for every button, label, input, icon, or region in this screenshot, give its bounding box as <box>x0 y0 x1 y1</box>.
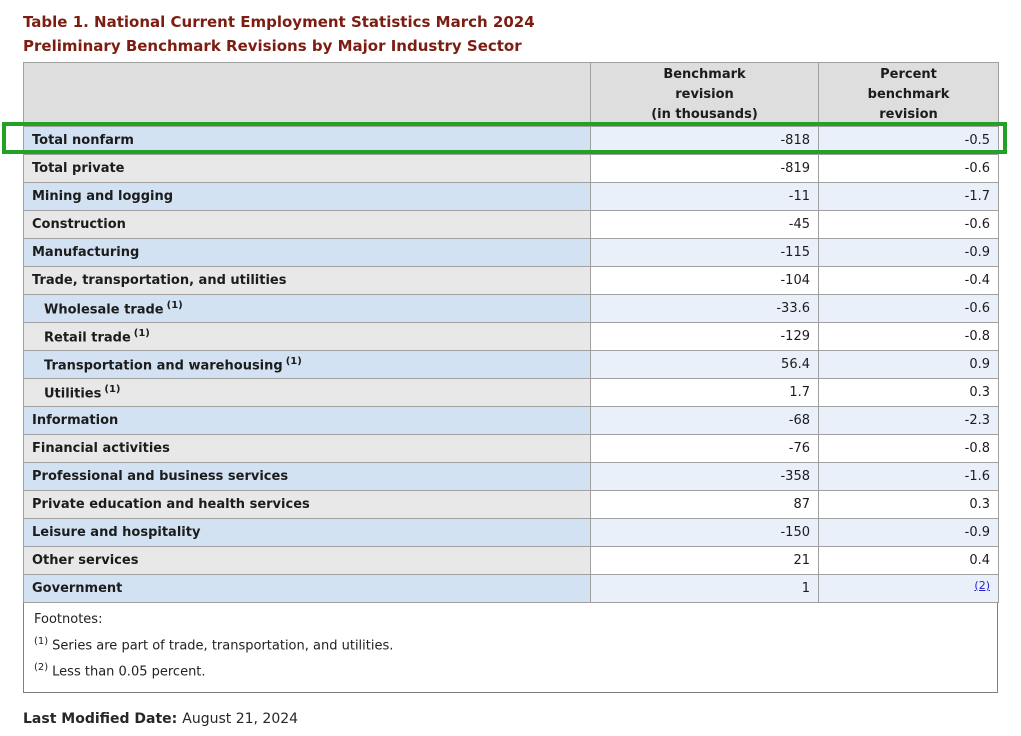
footnote-1-marker: (1) <box>167 300 183 311</box>
footnote-1-marker: (1) <box>134 328 150 339</box>
industry-label-text: Retail trade <box>44 330 131 345</box>
percent-revision-value: -0.5 <box>819 127 999 155</box>
header-row: Benchmark revision (in thousands) Percen… <box>24 63 999 127</box>
industry-label: Trade, transportation, and utilities <box>24 267 591 295</box>
industry-label: Manufacturing <box>24 239 591 267</box>
benchmark-revision-value: -129 <box>591 323 819 351</box>
percent-revision-value: 0.3 <box>819 491 999 519</box>
industry-label: Total nonfarm <box>24 127 591 155</box>
industry-label-text: Utilities <box>44 386 101 401</box>
table-row-wholesale-trade: Wholesale trade(1) -33.6 -0.6 <box>24 295 999 323</box>
industry-label-text: Transportation and warehousing <box>44 358 283 373</box>
benchmark-revisions-table: Benchmark revision (in thousands) Percen… <box>23 62 999 603</box>
last-modified-value: August 21, 2024 <box>182 711 298 727</box>
table-row-construction: Construction -45 -0.6 <box>24 211 999 239</box>
footnote-1-marker: (1) <box>104 384 120 395</box>
industry-label: Leisure and hospitality <box>24 519 591 547</box>
footnote-1-marker: (1) <box>34 636 48 647</box>
footnote-2-link[interactable]: (2) <box>974 579 990 592</box>
benchmark-revision-value: -33.6 <box>591 295 819 323</box>
footnote-item-2: (2) Less than 0.05 percent. <box>34 657 987 683</box>
percent-revision-value: 0.3 <box>819 379 999 407</box>
table-row-leisure-and-hospitality: Leisure and hospitality -150 -0.9 <box>24 519 999 547</box>
table-container: Benchmark revision (in thousands) Percen… <box>23 62 998 693</box>
percent-revision-value: -0.4 <box>819 267 999 295</box>
percent-revision-value: -0.9 <box>819 239 999 267</box>
benchmark-revision-value: -818 <box>591 127 819 155</box>
industry-label: Private education and health services <box>24 491 591 519</box>
industry-label: Retail trade(1) <box>24 323 591 351</box>
benchmark-revision-value: -11 <box>591 183 819 211</box>
table-row-information: Information -68 -2.3 <box>24 407 999 435</box>
footnote-1-marker: (1) <box>286 356 302 367</box>
table-row-mining-and-logging: Mining and logging -11 -1.7 <box>24 183 999 211</box>
percent-revision-value: -0.8 <box>819 323 999 351</box>
benchmark-revision-value: -104 <box>591 267 819 295</box>
table-row-transportation-and-warehousing: Transportation and warehousing(1) 56.4 0… <box>24 351 999 379</box>
bls-table-page: Table 1. National Current Employment Sta… <box>0 0 1021 736</box>
percent-revision-value: -0.9 <box>819 519 999 547</box>
industry-label: Professional and business services <box>24 463 591 491</box>
percent-revision-value: -2.3 <box>819 407 999 435</box>
table-row-trade-transportation-utilities: Trade, transportation, and utilities -10… <box>24 267 999 295</box>
industry-label: Information <box>24 407 591 435</box>
table-row-government: Government 1 (2) <box>24 575 999 603</box>
table-row-manufacturing: Manufacturing -115 -0.9 <box>24 239 999 267</box>
benchmark-revision-value: -358 <box>591 463 819 491</box>
table-row-utilities: Utilities(1) 1.7 0.3 <box>24 379 999 407</box>
benchmark-revision-value: -45 <box>591 211 819 239</box>
table-title: Table 1. National Current Employment Sta… <box>23 10 535 58</box>
percent-revision-value: 0.4 <box>819 547 999 575</box>
industry-label: Construction <box>24 211 591 239</box>
percent-benchmark-revision-column-header: Percent benchmark revision <box>819 63 999 127</box>
table-row-private-education-and-health-services: Private education and health services 87… <box>24 491 999 519</box>
table-title-line2: Preliminary Benchmark Revisions by Major… <box>23 34 535 58</box>
industry-label: Government <box>24 575 591 603</box>
last-modified-label: Last Modified Date: <box>23 711 177 727</box>
benchmark-revision-value: -68 <box>591 407 819 435</box>
footnote-2-text: Less than 0.05 percent. <box>52 665 205 680</box>
benchmark-revision-value: 21 <box>591 547 819 575</box>
table-row-financial-activities: Financial activities -76 -0.8 <box>24 435 999 463</box>
industry-label: Mining and logging <box>24 183 591 211</box>
table-row-other-services: Other services 21 0.4 <box>24 547 999 575</box>
percent-revision-value: -0.6 <box>819 211 999 239</box>
footnotes-section: Footnotes: (1) Series are part of trade, … <box>23 603 998 693</box>
industry-label: Wholesale trade(1) <box>24 295 591 323</box>
table-row-total-private: Total private -819 -0.6 <box>24 155 999 183</box>
footnote-1-text: Series are part of trade, transportation… <box>52 638 393 653</box>
percent-revision-value: 0.9 <box>819 351 999 379</box>
benchmark-revision-column-header: Benchmark revision (in thousands) <box>591 63 819 127</box>
benchmark-revision-value: 1.7 <box>591 379 819 407</box>
table-row-retail-trade: Retail trade(1) -129 -0.8 <box>24 323 999 351</box>
percent-revision-value: -0.6 <box>819 295 999 323</box>
table-row-total-nonfarm: Total nonfarm -818 -0.5 <box>24 127 999 155</box>
footnote-2-marker: (2) <box>34 662 48 673</box>
footnotes-heading: Footnotes: <box>34 609 987 631</box>
percent-revision-cell: (2) <box>819 575 999 603</box>
industry-label: Transportation and warehousing(1) <box>24 351 591 379</box>
percent-revision-value: -0.6 <box>819 155 999 183</box>
benchmark-revision-value: 56.4 <box>591 351 819 379</box>
empty-header-cell <box>24 63 591 127</box>
benchmark-revision-value: 87 <box>591 491 819 519</box>
percent-revision-value: -1.7 <box>819 183 999 211</box>
industry-label: Total private <box>24 155 591 183</box>
industry-label-text: Wholesale trade <box>44 302 164 317</box>
table-title-line1: Table 1. National Current Employment Sta… <box>23 10 535 34</box>
percent-revision-value: -0.8 <box>819 435 999 463</box>
industry-label: Utilities(1) <box>24 379 591 407</box>
table-row-professional-and-business-services: Professional and business services -358 … <box>24 463 999 491</box>
industry-label: Other services <box>24 547 591 575</box>
benchmark-revision-value: -819 <box>591 155 819 183</box>
benchmark-revision-value: -76 <box>591 435 819 463</box>
footnote-item-1: (1) Series are part of trade, transportat… <box>34 631 987 657</box>
industry-label: Financial activities <box>24 435 591 463</box>
last-modified-line: Last Modified Date: August 21, 2024 <box>23 711 298 727</box>
benchmark-revision-value: 1 <box>591 575 819 603</box>
benchmark-revision-value: -115 <box>591 239 819 267</box>
benchmark-revision-value: -150 <box>591 519 819 547</box>
percent-revision-value: -1.6 <box>819 463 999 491</box>
